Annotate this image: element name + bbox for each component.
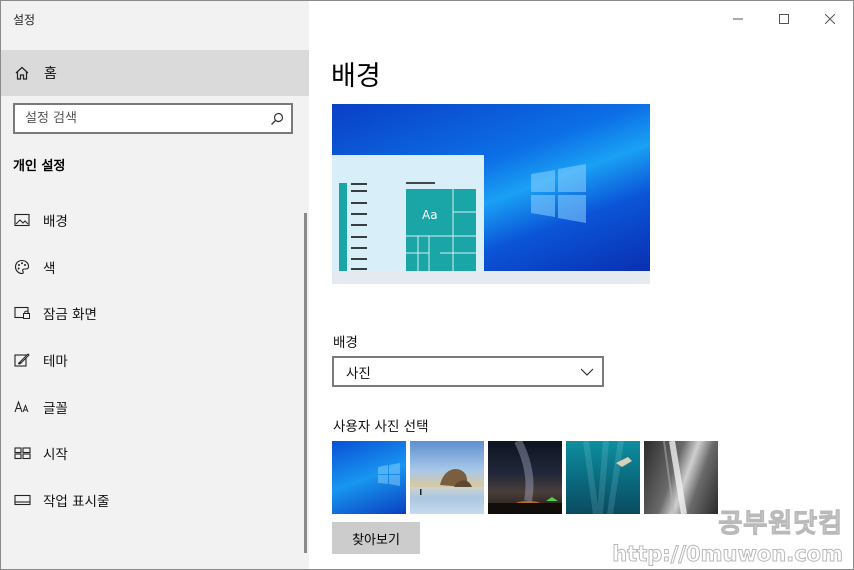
sidebar-item-label: 글꼴 xyxy=(43,400,68,417)
sidebar-scrollbar[interactable] xyxy=(304,213,307,553)
photo-thumbnail-beach-rock[interactable] xyxy=(410,441,484,514)
sidebar-item-label: 작업 표시줄 xyxy=(43,493,110,510)
chevron-down-icon xyxy=(580,368,594,376)
window-controls xyxy=(715,1,853,37)
minimize-icon xyxy=(733,18,743,20)
settings-window: 설정 홈 개인 설정 배경 xyxy=(0,0,854,570)
photo-thumbnails xyxy=(332,441,718,514)
sidebar-item-background[interactable]: 배경 xyxy=(1,197,301,244)
sidebar-nav: 배경 색 잠금 화면 테마 글꼴 시작 작업 표시줄 xyxy=(1,197,301,523)
search-box[interactable] xyxy=(13,103,293,134)
palette-icon xyxy=(13,258,31,276)
sidebar-item-label: 시작 xyxy=(43,447,68,464)
photo-thumbnail-underwater[interactable] xyxy=(566,441,640,514)
photo-thumbnail-windows[interactable] xyxy=(332,441,406,514)
home-label: 홈 xyxy=(44,66,57,82)
sidebar-item-fonts[interactable]: 글꼴 xyxy=(1,383,301,430)
sidebar-item-taskbar[interactable]: 작업 표시줄 xyxy=(1,477,301,524)
preview-tile-text: Aa xyxy=(422,208,438,222)
photo-thumbnail-night-sky[interactable] xyxy=(488,441,562,514)
sidebar-item-color[interactable]: 색 xyxy=(1,244,301,291)
taskbar-icon xyxy=(13,491,31,509)
maximize-button[interactable] xyxy=(761,1,807,37)
dropdown-value: 사진 xyxy=(346,365,371,382)
search-icon[interactable] xyxy=(270,112,284,126)
sidebar-item-start[interactable]: 시작 xyxy=(1,430,301,477)
sidebar-item-label: 배경 xyxy=(43,214,68,231)
home-icon xyxy=(15,66,29,80)
close-icon xyxy=(825,14,835,24)
maximize-icon xyxy=(779,14,789,24)
preview-taskbar xyxy=(332,271,650,284)
sidebar-item-label: 테마 xyxy=(43,354,68,371)
sidebar-item-lock-screen[interactable]: 잠금 화면 xyxy=(1,290,301,337)
background-preview: Aa xyxy=(332,104,650,284)
preview-start-menu: Aa xyxy=(332,155,484,271)
minimize-button[interactable] xyxy=(715,1,761,37)
close-button[interactable] xyxy=(807,1,853,37)
start-icon xyxy=(13,444,31,462)
sidebar-item-label: 색 xyxy=(43,260,56,277)
choose-photo-label: 사용자 사진 선택 xyxy=(333,419,429,435)
background-type-dropdown[interactable]: 사진 xyxy=(332,356,604,387)
watermark-line2: http://0muwon.com xyxy=(612,542,844,567)
search-input[interactable] xyxy=(25,111,255,126)
picture-icon xyxy=(13,211,31,229)
sidebar-item-label: 잠금 화면 xyxy=(43,307,97,324)
photo-thumbnail-waterfall[interactable] xyxy=(644,441,718,514)
sidebar: 설정 홈 개인 설정 배경 xyxy=(1,1,309,569)
sidebar-item-home[interactable]: 홈 xyxy=(1,50,309,96)
app-title: 설정 xyxy=(13,13,36,27)
section-title: 개인 설정 xyxy=(13,159,66,174)
font-icon xyxy=(13,398,31,416)
page-title: 배경 xyxy=(331,61,381,92)
lock-screen-icon xyxy=(13,304,31,322)
background-label: 배경 xyxy=(333,335,358,351)
theme-brush-icon xyxy=(13,351,31,369)
windows-logo-icon xyxy=(531,164,586,223)
preview-start-tiles xyxy=(339,182,476,271)
sidebar-item-themes[interactable]: 테마 xyxy=(1,337,301,384)
browse-button[interactable]: 찾아보기 xyxy=(332,522,420,554)
